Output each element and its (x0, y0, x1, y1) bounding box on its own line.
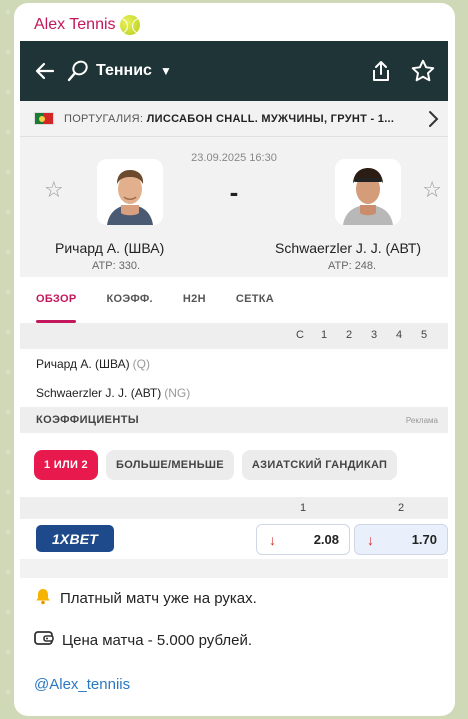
score-row: Ричард А. (ШВА) (Q) (20, 349, 448, 378)
message-line-1-text: Платный матч уже на руках. (60, 589, 257, 607)
odds-button-home[interactable]: ↓ 2.08 (256, 524, 350, 555)
odds-col-1: 1 (300, 502, 307, 514)
app-header: Теннис ▼ (20, 41, 448, 101)
channel-name-text: Alex Tennis (34, 16, 116, 33)
score-table-header: С 1 2 3 4 5 (20, 323, 448, 349)
bookmaker-row: 1XBET ↓ 2.08 ↓ 1.70 (20, 519, 448, 559)
odds-col-2: 2 (398, 502, 405, 514)
tennis-racket-icon (66, 59, 90, 83)
match-tabs: ОБЗОР КОЭФФ. H2H СЕТКА (20, 277, 448, 323)
flashscore-screenshot[interactable]: Теннис ▼ ПОРТУГАЛИЯ: ЛИССАБОН CHALL. МУЖ… (20, 41, 448, 578)
chevron-down-icon[interactable]: ▼ (160, 64, 172, 78)
score-col-3: 3 (371, 329, 378, 341)
chevron-right-icon[interactable] (426, 109, 440, 129)
tab-overview[interactable]: ОБЗОР (36, 277, 77, 323)
market-chips: 1 ИЛИ 2 БОЛЬШЕ/МЕНЬШЕ АЗИАТСКИЙ ГАНДИКАП (20, 433, 448, 497)
wallet-icon (34, 630, 54, 650)
home-player-rank: ATP: 330. (92, 260, 141, 272)
score-row-status: (Q) (132, 356, 150, 371)
ad-label: Реклама (405, 415, 438, 425)
channel-handle-link[interactable]: @Alex_tenniis (34, 676, 130, 693)
arrow-down-icon: ↓ (367, 531, 374, 548)
score-col-1: 1 (321, 329, 328, 341)
score-row-player: Ричард А. (ШВА) (36, 356, 130, 371)
tab-odds[interactable]: КОЭФФ. (106, 277, 152, 323)
odds-columns-header: 1 2 (20, 497, 448, 519)
odds-section-title: КОЭФФИЦИЕНТЫ (36, 414, 139, 426)
score-col-sets: С (296, 329, 304, 341)
bookmaker-logo[interactable]: 1XBET (36, 525, 114, 552)
odds-value-away: 1.70 (411, 532, 437, 547)
score-row: Schwaerzler J. J. (AВТ) (NG) (20, 378, 448, 407)
message-line-1: Платный матч уже на руках. (34, 587, 257, 609)
tab-h2h[interactable]: H2H (183, 277, 206, 323)
tournament-name: ЛИССАБОН CHALL. МУЖЧИНЫ, ГРУНТ - 1... (146, 112, 395, 125)
tournament-text: ПОРТУГАЛИЯ: ЛИССАБОН CHALL. МУЖЧИНЫ, ГРУ… (64, 113, 426, 125)
odds-value-home: 2.08 (313, 532, 339, 547)
score-row-player: Schwaerzler J. J. (AВТ) (36, 385, 162, 400)
tournament-country: ПОРТУГАЛИЯ: (64, 112, 144, 125)
message-line-2: Цена матча - 5.000 рублей. (34, 630, 252, 650)
channel-name[interactable]: Alex Tennis (34, 15, 140, 35)
sport-title[interactable]: Теннис (96, 62, 152, 80)
chip-over-under[interactable]: БОЛЬШЕ/МЕНЬШЕ (105, 450, 234, 480)
share-icon[interactable] (370, 59, 392, 83)
chip-asian-handicap[interactable]: АЗИАТСКИЙ ГАНДИКАП (241, 450, 398, 480)
home-player-name[interactable]: Ричард А. (ШВА) (55, 240, 164, 256)
bell-icon (34, 587, 52, 609)
score-row-status: (NG) (164, 385, 191, 400)
favorite-star-icon[interactable] (410, 58, 436, 84)
message-bubble: Alex Tennis Теннис ▼ ПОРТУГАЛИЯ: ЛИССАБО… (14, 3, 455, 716)
favorite-away-star-icon[interactable]: ☆ (422, 177, 442, 203)
back-arrow-icon[interactable] (32, 58, 58, 84)
score-col-2: 2 (346, 329, 353, 341)
match-header: ☆ 23.09.2025 16:30 - ☆ Ричард А. (ШВА) A… (20, 137, 448, 277)
portugal-flag-icon (34, 112, 54, 125)
score-col-5: 5 (421, 329, 428, 341)
away-player-avatar[interactable] (335, 159, 401, 225)
score-col-4: 4 (396, 329, 403, 341)
away-player-rank: ATP: 248. (328, 260, 377, 272)
odds-section-header: КОЭФФИЦИЕНТЫ Реклама (20, 407, 448, 433)
tab-draw[interactable]: СЕТКА (236, 277, 274, 323)
message-line-2-text: Цена матча - 5.000 рублей. (62, 631, 253, 649)
away-player-name[interactable]: Schwaerzler J. J. (AВТ) (275, 240, 421, 256)
chip-1x2[interactable]: 1 ИЛИ 2 (34, 450, 98, 480)
tennis-ball-icon (119, 15, 140, 35)
tournament-bar[interactable]: ПОРТУГАЛИЯ: ЛИССАБОН CHALL. МУЖЧИНЫ, ГРУ… (20, 101, 448, 137)
odds-button-away[interactable]: ↓ 1.70 (354, 524, 448, 555)
arrow-down-icon: ↓ (269, 531, 276, 548)
